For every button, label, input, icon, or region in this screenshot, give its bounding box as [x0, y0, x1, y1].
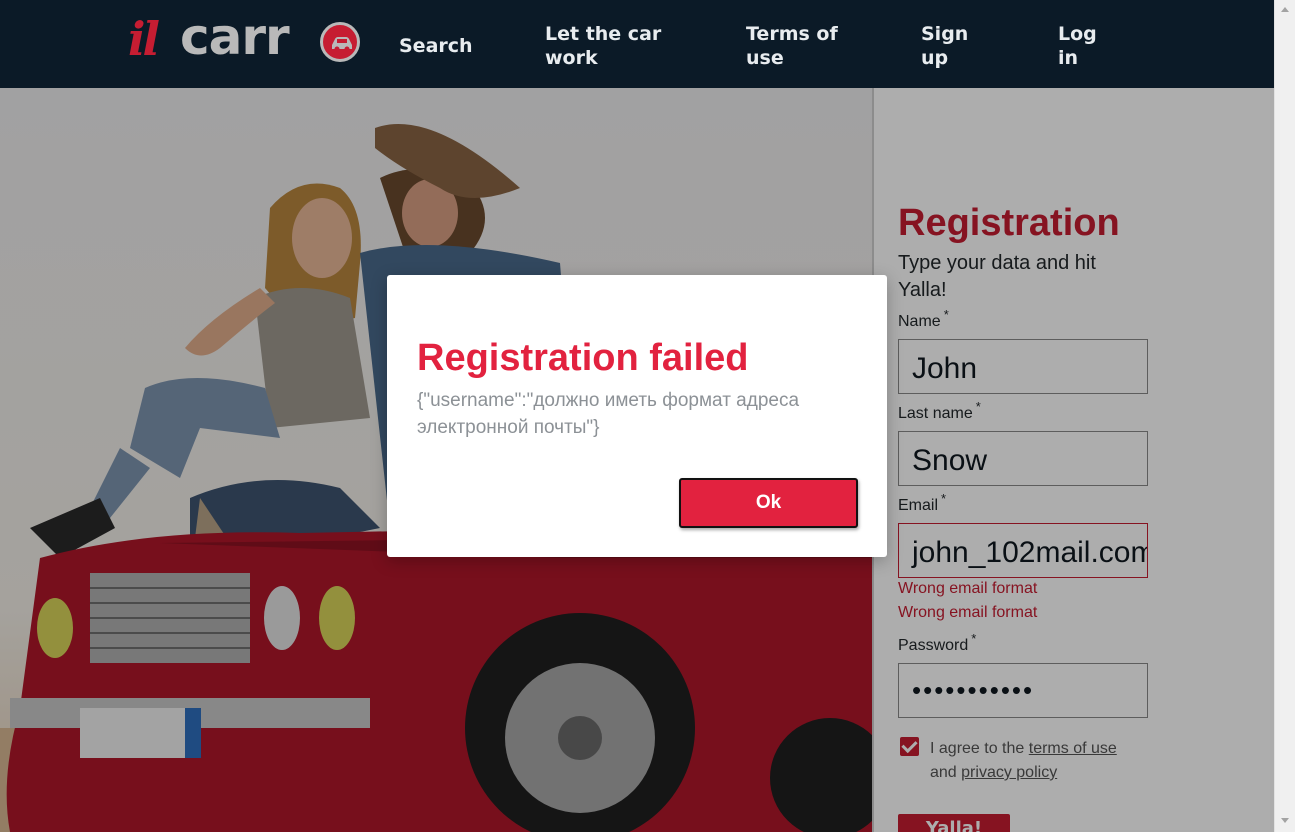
logo-il-text: il: [128, 12, 160, 66]
page-scrollbar[interactable]: [1274, 0, 1295, 832]
registration-failed-dialog: Registration failed {"username":"должно …: [387, 275, 887, 557]
nav-let-the-car-work[interactable]: Let the car work: [545, 22, 665, 70]
ok-button[interactable]: Ok: [679, 478, 858, 528]
top-navbar: il carr Search Let the car work Terms of…: [0, 0, 1274, 88]
ilcarro-logo[interactable]: il carr: [128, 8, 360, 70]
logo-carr-text: carr: [180, 8, 290, 66]
nav-search[interactable]: Search: [399, 34, 473, 58]
nav-terms-of-use[interactable]: Terms of use: [746, 22, 846, 70]
nav-sign-up[interactable]: Sign up: [921, 22, 981, 70]
dialog-message: {"username":"должно иметь формат адреса …: [417, 390, 800, 438]
scroll-up-arrow-icon[interactable]: [1281, 7, 1289, 12]
scroll-down-arrow-icon[interactable]: [1281, 818, 1289, 823]
car-icon: [320, 22, 360, 62]
nav-log-in[interactable]: Log in: [1058, 22, 1108, 70]
dialog-title: Registration failed: [417, 337, 749, 379]
